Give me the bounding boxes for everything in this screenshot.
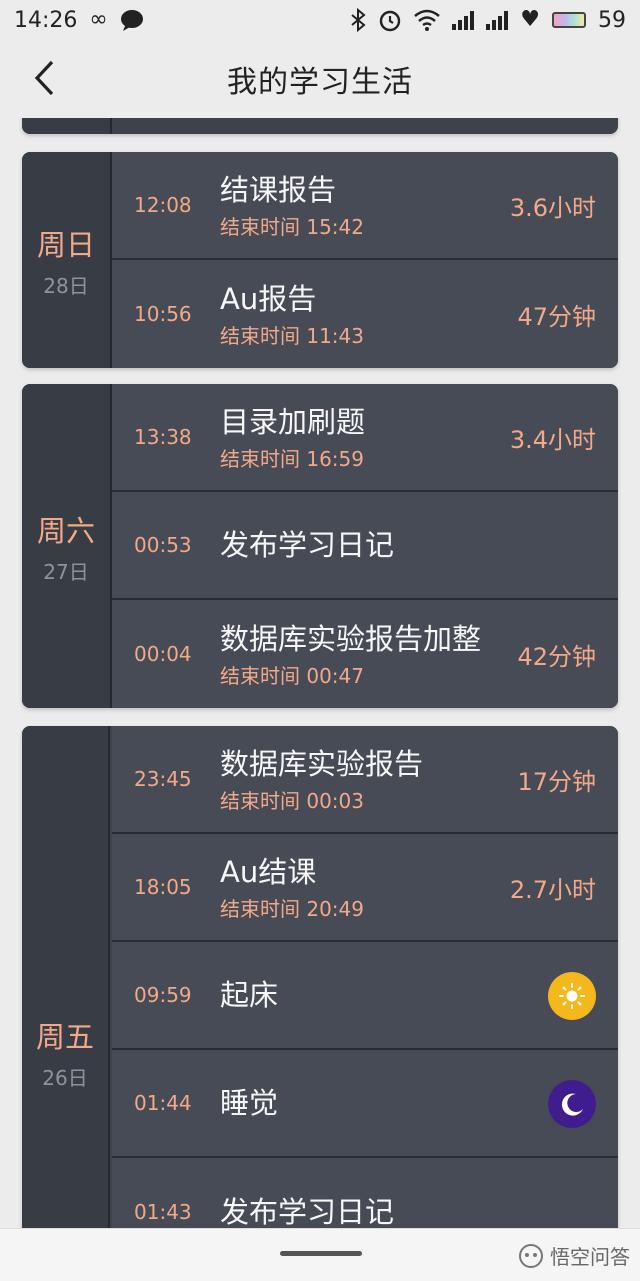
entry-duration: 3.6小时 xyxy=(509,193,596,222)
entry-main: 数据库实验报告加整 结束时间 00:47 xyxy=(220,600,481,708)
entry-main: 起床 xyxy=(220,942,278,1048)
day-date: 26日 xyxy=(42,1066,88,1090)
entry-duration: 3.4小时 xyxy=(509,425,596,454)
entry-start-time: 18:05 xyxy=(134,875,192,899)
day-card-sunday: 周日 28日 12:08 结课报告 结束时间 15:42 3.6小时 10:56… xyxy=(22,152,618,368)
entry-title: 目录加刷题 xyxy=(220,404,366,439)
entry-duration: 42分钟 xyxy=(517,642,596,671)
page-title: 我的学习生活 xyxy=(227,65,413,100)
heart-icon: ♥ xyxy=(520,7,540,32)
entry-row[interactable]: 00:04 数据库实验报告加整 结束时间 00:47 42分钟 xyxy=(112,600,618,708)
back-button[interactable] xyxy=(24,54,64,102)
chevron-left-icon xyxy=(34,60,54,96)
wukong-logo-icon xyxy=(519,1243,543,1268)
entry-start-time: 00:53 xyxy=(134,533,192,557)
day-column: 周六 27日 xyxy=(22,384,112,708)
infinity-icon: ∞ xyxy=(89,7,108,32)
entry-start-time: 13:38 xyxy=(134,425,192,449)
entry-list: 23:45 数据库实验报告 结束时间 00:03 17分钟 18:05 Au结课… xyxy=(112,726,618,1228)
day-card-saturday: 周六 27日 13:38 目录加刷题 结束时间 16:59 3.4小时 00:5… xyxy=(22,384,618,708)
entry-title: Au报告 xyxy=(220,281,317,316)
entry-title: 数据库实验报告加整 xyxy=(220,621,482,656)
entry-row[interactable]: 18:05 Au结课 结束时间 20:49 2.7小时 xyxy=(112,834,618,942)
entry-title: Au结课 xyxy=(220,854,317,889)
activity-list[interactable]: 周日 28日 12:08 结课报告 结束时间 15:42 3.6小时 10:56… xyxy=(0,118,640,1228)
entry-start-time: 12:08 xyxy=(134,193,192,217)
status-right: ♥ 59 xyxy=(350,8,626,33)
entry-main: 目录加刷题 结束时间 16:59 xyxy=(220,384,365,490)
entry-list: 13:38 目录加刷题 结束时间 16:59 3.4小时 00:53 发布学习日… xyxy=(112,384,618,708)
bottom-nav-bar: 悟空问答 xyxy=(0,1228,640,1281)
entry-start-time: 23:45 xyxy=(134,767,192,791)
sun-icon xyxy=(548,972,596,1020)
entry-main: 睡觉 xyxy=(220,1050,278,1156)
day-column: 周五 26日 xyxy=(22,726,110,1228)
day-column: 周日 28日 xyxy=(22,152,112,368)
entry-start-time: 01:44 xyxy=(134,1091,192,1115)
entry-main: Au报告 结束时间 11:43 xyxy=(220,260,364,368)
home-indicator[interactable] xyxy=(280,1251,362,1256)
entry-main: 结课报告 结束时间 15:42 xyxy=(220,152,364,258)
entry-main: Au结课 结束时间 20:49 xyxy=(220,834,364,940)
entry-main: 发布学习日记 xyxy=(220,1158,394,1228)
entry-row[interactable]: 00:53 发布学习日记 xyxy=(112,492,618,600)
entry-end-time: 结束时间 00:03 xyxy=(220,788,364,813)
status-left: 14:26 ∞ xyxy=(14,8,144,33)
entry-start-time: 09:59 xyxy=(134,983,192,1007)
entry-title: 发布学习日记 xyxy=(220,1195,395,1228)
bluetooth-icon xyxy=(351,8,366,32)
wifi-icon xyxy=(414,9,441,31)
entry-title: 数据库实验报告 xyxy=(220,746,424,781)
day-card-previous xyxy=(22,118,618,134)
status-time: 14:26 xyxy=(14,7,78,33)
day-column xyxy=(22,118,112,134)
entry-row[interactable]: 01:43 发布学习日记 xyxy=(112,1158,618,1228)
app-header: 我的学习生活 xyxy=(0,40,640,118)
day-name: 周六 xyxy=(36,513,95,548)
entry-end-time: 结束时间 15:42 xyxy=(220,214,364,239)
entry-start-time: 01:43 xyxy=(134,1200,192,1224)
entry-main: 数据库实验报告 结束时间 00:03 xyxy=(220,726,423,832)
entry-row[interactable]: 12:08 结课报告 结束时间 15:42 3.6小时 xyxy=(112,152,618,260)
entry-row[interactable]: 09:59 起床 xyxy=(112,942,618,1050)
entry-row[interactable]: 10:56 Au报告 结束时间 11:43 47分钟 xyxy=(112,260,618,368)
moon-glyph xyxy=(561,1093,583,1116)
entry-row[interactable]: 13:38 目录加刷题 结束时间 16:59 3.4小时 xyxy=(112,384,618,492)
entry-row[interactable]: 01:44 睡觉 xyxy=(112,1050,618,1158)
entry-duration: 2.7小时 xyxy=(509,875,596,904)
entry-title: 起床 xyxy=(220,978,279,1012)
entry-title: 睡觉 xyxy=(220,1086,279,1120)
entry-list: 12:08 结课报告 结束时间 15:42 3.6小时 10:56 Au报告 结… xyxy=(112,152,618,368)
entry-end-time: 结束时间 00:47 xyxy=(220,663,364,688)
day-name: 周日 xyxy=(36,227,95,262)
entry-title: 发布学习日记 xyxy=(220,528,395,562)
day-date: 28日 xyxy=(43,273,89,298)
day-name: 周五 xyxy=(35,1020,94,1054)
watermark: 悟空问答 xyxy=(518,1241,630,1270)
status-bar: 14:26 ∞ ♥ 59 xyxy=(0,0,640,40)
day-date: 27日 xyxy=(43,559,89,584)
entry-duration: 17分钟 xyxy=(517,767,596,796)
moon-icon xyxy=(548,1080,596,1128)
battery-icon xyxy=(552,12,586,28)
entry-end-time: 结束时间 16:59 xyxy=(220,446,364,471)
entry-start-time: 10:56 xyxy=(134,302,192,326)
message-icon xyxy=(120,10,143,31)
entry-title: 结课报告 xyxy=(220,172,337,207)
entry-main: 发布学习日记 xyxy=(220,492,394,598)
sun-glyph xyxy=(559,983,585,1009)
entry-duration: 47分钟 xyxy=(517,302,596,331)
day-card-friday: 周五 26日 23:45 数据库实验报告 结束时间 00:03 17分钟 18:… xyxy=(22,726,618,1228)
watermark-text: 悟空问答 xyxy=(550,1245,630,1269)
battery-level: 59 xyxy=(598,7,626,33)
entry-start-time: 00:04 xyxy=(134,642,192,666)
signal-icon xyxy=(486,10,509,30)
signal-4g-icon xyxy=(452,10,475,30)
entry-end-time: 结束时间 20:49 xyxy=(220,896,364,921)
alarm-icon xyxy=(380,10,401,32)
entry-end-time: 结束时间 11:43 xyxy=(220,323,364,348)
entry-row[interactable]: 23:45 数据库实验报告 结束时间 00:03 17分钟 xyxy=(112,726,618,834)
